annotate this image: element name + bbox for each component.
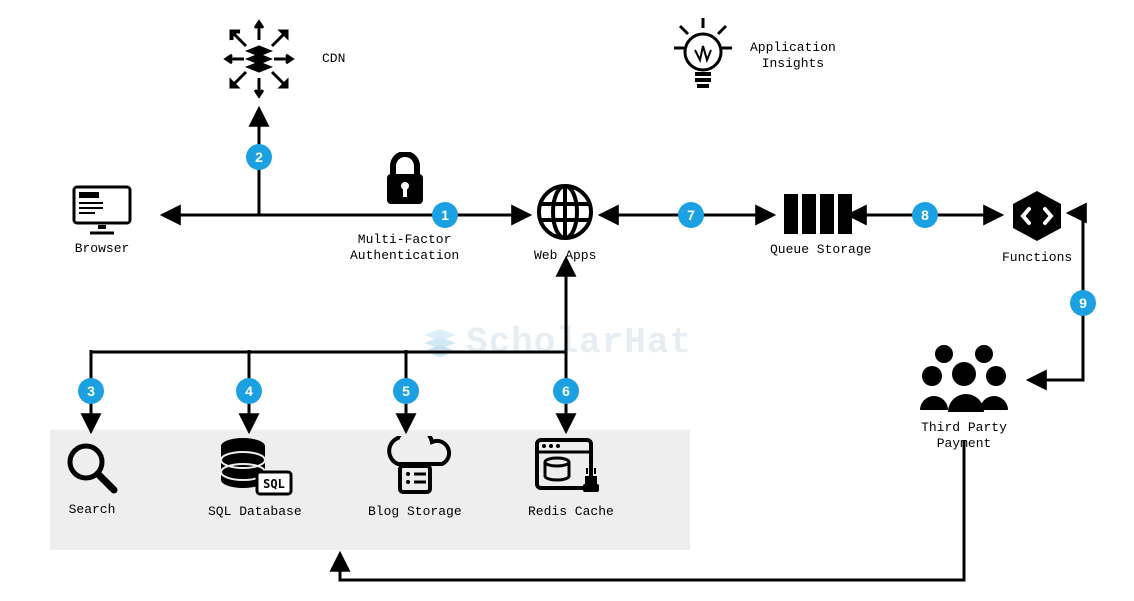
insights-label: Application Insights: [750, 40, 836, 73]
mfa-label: Multi-Factor Authentication: [350, 232, 459, 265]
badge-9: 9: [1070, 290, 1096, 316]
watermark-text: ScholarHat: [466, 322, 692, 363]
blog-label: Blog Storage: [368, 504, 462, 520]
badge-2: 2: [246, 144, 272, 170]
cdn-icon: [214, 14, 304, 104]
search-icon: [64, 440, 120, 496]
queue-label: Queue Storage: [770, 242, 871, 258]
redis-label: Redis Cache: [528, 504, 614, 520]
queue-icon: [782, 192, 860, 236]
bulb-icon: [670, 16, 736, 96]
sqldb-node: SQL SQL Database: [208, 436, 302, 520]
sqldb-label: SQL Database: [208, 504, 302, 520]
monitor-icon: [70, 183, 134, 235]
cdn-label: CDN: [322, 51, 345, 67]
tpp-node: Third Party Payment: [914, 340, 1014, 453]
badge-6: 6: [553, 378, 579, 404]
functions-label: Functions: [1002, 250, 1072, 266]
cdn-node: CDN: [214, 14, 345, 104]
badge-5: 5: [393, 378, 419, 404]
blog-node: Blog Storage: [368, 436, 462, 520]
lock-icon: [380, 152, 430, 208]
sql-database-icon: SQL: [217, 436, 293, 498]
search-label: Search: [69, 502, 116, 518]
functions-node: Functions: [1002, 188, 1072, 266]
globe-icon: [535, 182, 595, 242]
webapps-label: Web Apps: [534, 248, 596, 264]
watermark: ScholarHat: [420, 322, 692, 363]
badge-3: 3: [78, 378, 104, 404]
redis-cache-icon: [533, 436, 609, 498]
tpp-label: Third Party Payment: [921, 420, 1007, 453]
webapps-node: Web Apps: [534, 182, 596, 264]
functions-icon: [1009, 188, 1065, 244]
redis-node: Redis Cache: [528, 436, 614, 520]
badge-7: 7: [678, 202, 704, 228]
svg-text:SQL: SQL: [263, 477, 285, 491]
cloud-server-icon: [378, 436, 452, 498]
search-node: Search: [64, 440, 120, 518]
badge-4: 4: [236, 378, 262, 404]
browser-label: Browser: [75, 241, 130, 257]
insights-node: Application Insights: [670, 16, 836, 96]
badge-1: 1: [432, 202, 458, 228]
badge-8: 8: [912, 202, 938, 228]
people-icon: [914, 340, 1014, 414]
browser-node: Browser: [70, 183, 134, 257]
queue-node: Queue Storage: [770, 192, 871, 258]
